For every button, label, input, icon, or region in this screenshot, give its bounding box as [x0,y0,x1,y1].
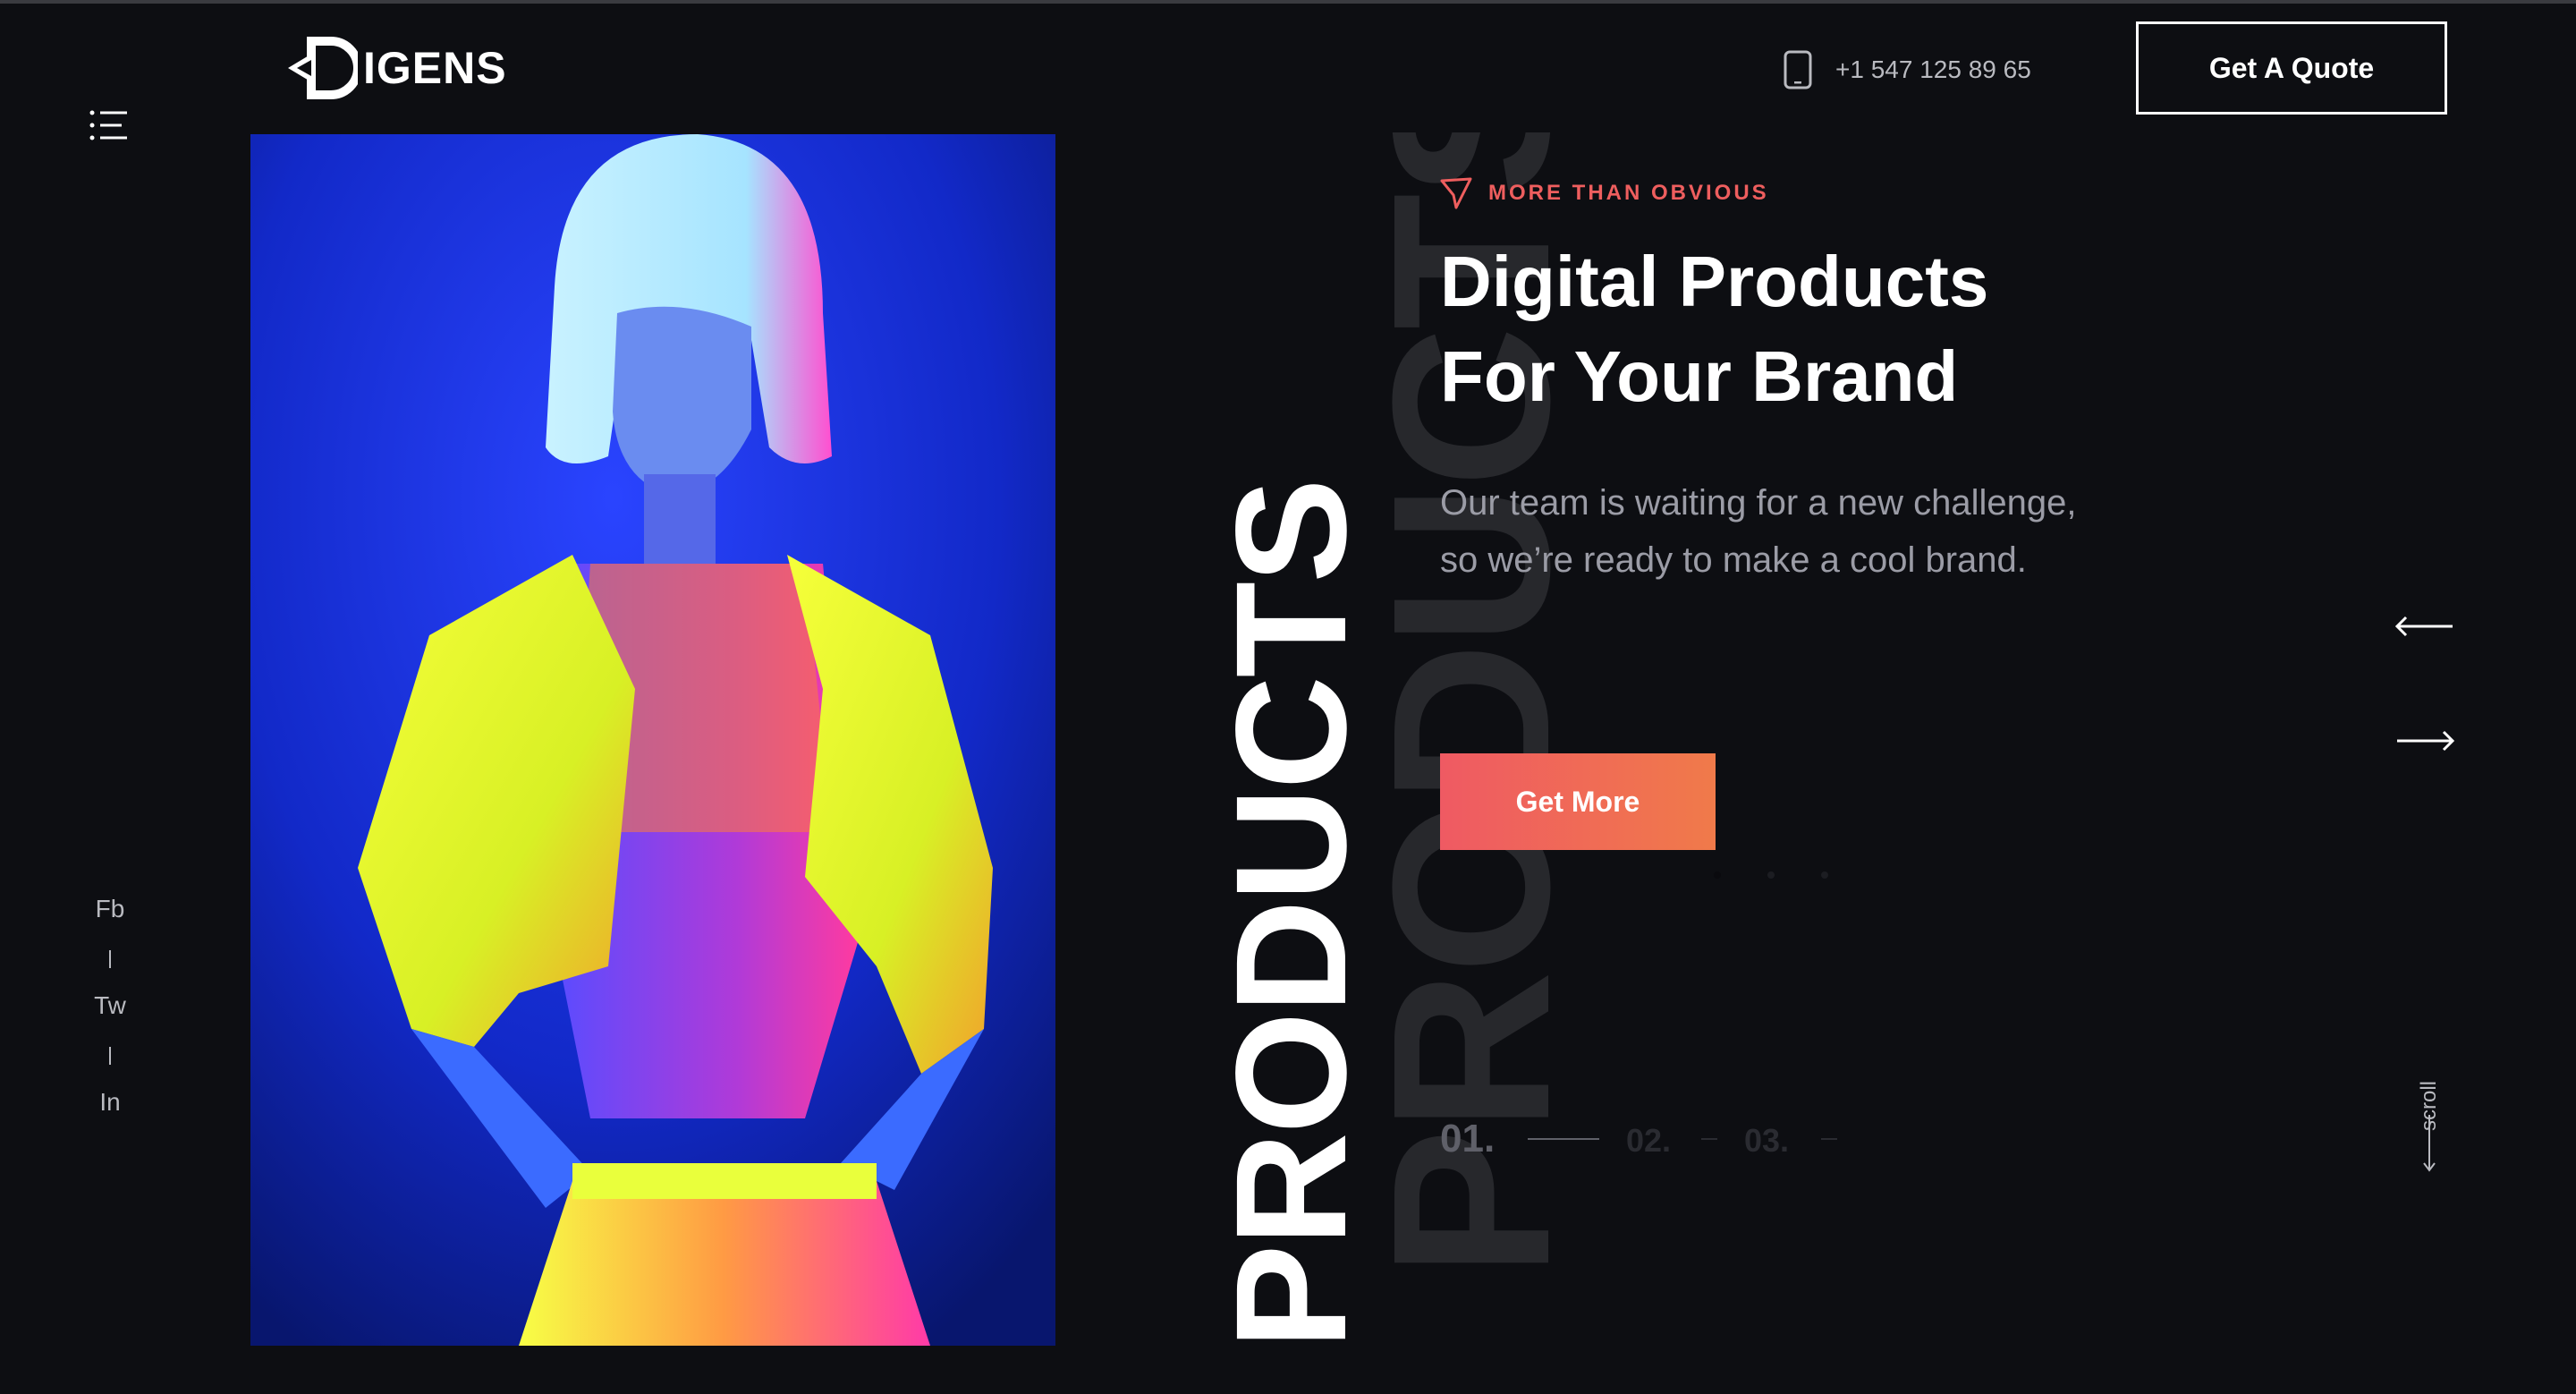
get-more-button[interactable]: Get More [1440,753,1716,850]
scroll-label: scroll [2417,1080,2441,1131]
hero-description: Our team is waiting for a new challenge,… [1440,483,2077,580]
social-link-tw[interactable]: Tw [79,991,141,1020]
brand-name: IGENS [363,43,507,93]
social-link-fb[interactable]: Fb [79,895,141,923]
carousel-dot-3[interactable] [1821,871,1828,879]
menu-list-icon[interactable] [89,109,129,141]
social-link-in[interactable]: In [79,1088,141,1117]
header-phone[interactable]: +1 547 125 89 65 [1782,50,2031,89]
eyebrow-text: MORE THAN OBVIOUS [1488,181,1769,205]
get-a-quote-button[interactable]: Get A Quote [2136,21,2447,115]
arrow-right-icon [2397,730,2454,752]
slide-progress-line-1 [1528,1138,1599,1140]
brand-logo[interactable]: IGENS [284,36,507,100]
slide-progress-line-3 [1821,1138,1837,1140]
slide-number-2[interactable]: 02. [1626,1122,1671,1160]
carousel-dot-2[interactable] [1767,871,1775,879]
brand-d-logo-icon [288,37,358,99]
headline-line-1: Digital Products [1440,242,1989,321]
social-separator [109,1047,111,1065]
eyebrow: MORE THAN OBVIOUS [1440,177,1769,209]
slide-number-1[interactable]: 01. [1440,1117,1495,1161]
phone-icon [1784,50,1812,89]
phone-number: +1 547 125 89 65 [1835,55,2031,83]
arrow-left-icon [2395,616,2453,637]
next-slide-button[interactable] [2395,730,2454,752]
social-separator [109,950,111,968]
carousel-dot-1[interactable] [1714,871,1721,879]
neon-model-image-illustration [250,134,1055,1346]
vertical-products-word: PRODUCTS [1204,480,1379,1349]
browser-top-border [0,0,2576,4]
hero-image [250,134,1055,1346]
hero-headline: Digital Products For Your Brand [1440,234,2156,424]
slide-number-3[interactable]: 03. [1744,1122,1789,1160]
slide-progress-line-2 [1701,1138,1717,1140]
paper-plane-icon [1440,177,1472,209]
prev-slide-button[interactable] [2395,616,2454,637]
headline-line-2: For Your Brand [1440,336,1959,416]
